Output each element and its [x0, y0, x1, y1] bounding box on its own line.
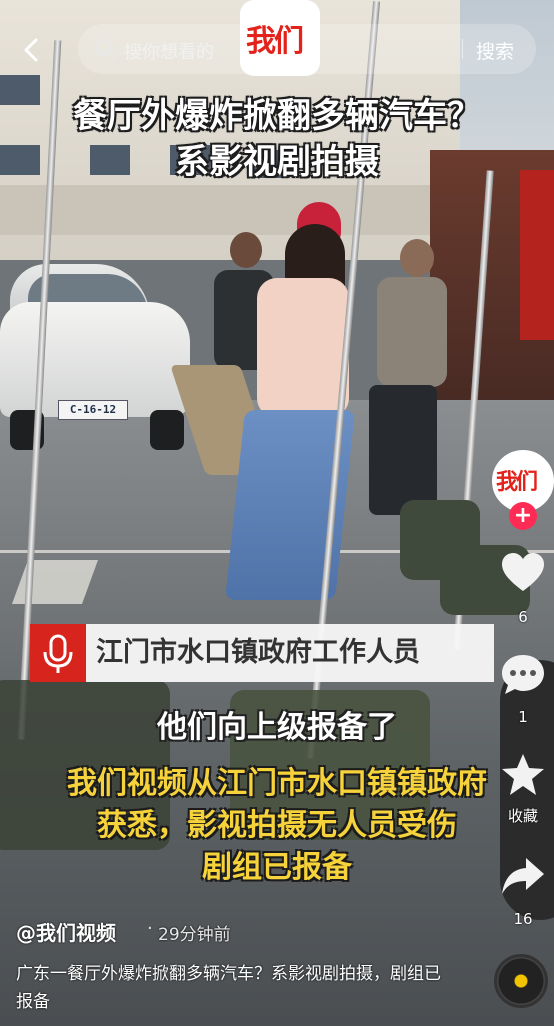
woman-walking	[225, 198, 355, 618]
microphone-icon	[43, 634, 73, 673]
caption-line1: 我们视频从江门市水口镇镇政府	[67, 766, 487, 801]
comment-icon[interactable]	[500, 652, 546, 698]
post-description[interactable]: 广东一餐厅外爆炸掀翻多辆汽车？系影视剧拍摄，剧组已报备	[16, 960, 446, 1016]
share-count: 16	[513, 910, 533, 928]
search-placeholder: 搜你想看的	[124, 42, 214, 63]
favorite-label: 收藏	[507, 807, 538, 825]
video-headline-line2: 系影视剧拍摄	[175, 142, 379, 182]
person-legs	[369, 385, 437, 515]
search-icon	[94, 38, 116, 60]
pink-shirt	[257, 278, 349, 418]
action-rail: 我们 + 6 1 收藏 16	[480, 450, 554, 1010]
share-arrow-icon[interactable]	[500, 854, 546, 900]
post-time: 29分钟前	[158, 925, 231, 945]
star-icon[interactable]	[500, 752, 546, 798]
caption-line3: 剧组已报备	[202, 850, 352, 885]
person-shirt	[377, 277, 447, 387]
channel-logo: 我们	[240, 0, 320, 76]
comment-count: 1	[518, 708, 528, 726]
like-count: 6	[518, 608, 528, 626]
car-plate: C-16-12	[58, 400, 128, 420]
quote-subtitle: 他们向上级报备了	[157, 710, 397, 745]
storefront-red-panel	[520, 170, 554, 340]
crew-member	[355, 235, 465, 525]
search-divider	[462, 39, 463, 59]
music-disc-icon[interactable]	[494, 954, 548, 1008]
separator-dot: ·	[147, 918, 153, 939]
mic-badge	[30, 624, 86, 682]
person-head	[400, 239, 434, 277]
channel-logo-text: 我们	[246, 24, 304, 59]
top-bar: 搜你想看的 搜索 我们	[0, 0, 554, 78]
search-button[interactable]: 搜索	[476, 37, 514, 64]
back-arrow-icon[interactable]	[18, 36, 46, 64]
follow-button[interactable]: +	[509, 502, 537, 530]
heart-icon[interactable]	[500, 550, 546, 596]
video-headline-line1: 餐厅外爆炸掀翻多辆汽车？	[73, 96, 481, 136]
caption-line2: 获悉，影视拍摄无人员受伤	[97, 808, 457, 843]
avatar-text: 我们	[496, 470, 538, 495]
speaker-label: 江门市水口镇政府工作人员	[86, 624, 494, 682]
author-name[interactable]: @我们视频	[16, 917, 116, 946]
